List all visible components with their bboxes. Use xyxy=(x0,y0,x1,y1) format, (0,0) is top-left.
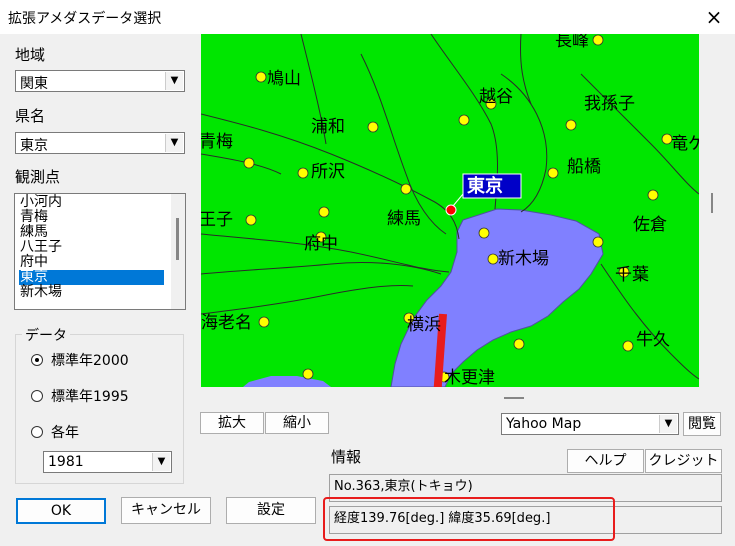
selected-station-dot[interactable] xyxy=(445,204,457,216)
map-place-label: 練馬 xyxy=(387,209,421,229)
map-place-label: 竜ケ xyxy=(671,134,699,154)
red-highlight-box xyxy=(323,497,615,541)
region-value: 関東 xyxy=(20,76,48,92)
view-button[interactable]: 閲覧 xyxy=(683,412,721,436)
map-source-value: Yahoo Map xyxy=(506,416,582,432)
region-label: 地域 xyxy=(15,46,46,64)
chevron-down-icon[interactable]: ▼ xyxy=(165,72,183,90)
help-button[interactable]: ヘルプ xyxy=(567,449,644,473)
map-place-label: 青梅 xyxy=(201,132,233,152)
cancel-button[interactable]: キャンセル xyxy=(121,497,211,524)
chevron-down-icon[interactable]: ▼ xyxy=(152,453,170,471)
map-place-label: 王子 xyxy=(201,210,233,230)
list-scrollbar[interactable] xyxy=(171,194,185,309)
radio-standard-1995[interactable] xyxy=(31,390,43,402)
station-list[interactable]: 小河内 青梅 練馬 八王子 府中 東京 新木場 xyxy=(14,193,186,310)
data-group-label: データ xyxy=(22,325,70,345)
radio-standard-2000[interactable] xyxy=(31,354,43,366)
year-select[interactable]: 1981 ▼ xyxy=(43,451,172,473)
radio-label: 標準年2000 xyxy=(51,353,129,369)
ok-button[interactable]: OK xyxy=(16,498,106,524)
chevron-down-icon[interactable]: ▼ xyxy=(165,134,183,152)
map-place-label: 佐倉 xyxy=(633,215,667,235)
zoom-in-button[interactable]: 拡大 xyxy=(200,412,264,434)
map-place-label: 府中 xyxy=(304,234,338,254)
scrollbar-thumb[interactable] xyxy=(504,397,524,399)
list-item[interactable]: 府中 xyxy=(19,255,164,270)
zoom-out-button[interactable]: 縮小 xyxy=(265,412,329,434)
map-place-label: 木更津 xyxy=(444,368,495,387)
list-item[interactable]: 練馬 xyxy=(19,225,164,240)
map-view[interactable]: 長峰 鳩山 越谷 我孫子 浦和 青梅 竜ケ 所沢 船橋 東京 王子 練馬 佐倉 … xyxy=(201,34,699,387)
map-place-label: 越谷 xyxy=(479,87,513,107)
map-graphic: 長峰 鳩山 越谷 我孫子 浦和 青梅 竜ケ 所沢 船橋 東京 王子 練馬 佐倉 … xyxy=(201,34,699,387)
radio-label: 各年 xyxy=(51,425,79,441)
map-place-label: 所沢 xyxy=(311,162,345,182)
map-place-label: 東京 xyxy=(467,175,503,197)
list-item[interactable]: 新木場 xyxy=(19,285,164,300)
map-place-label: 浦和 xyxy=(311,117,345,137)
map-horizontal-scrollbar[interactable] xyxy=(201,387,699,407)
prefecture-select[interactable]: 東京 ▼ xyxy=(15,132,185,154)
radio-each-year[interactable] xyxy=(31,426,43,438)
chevron-down-icon[interactable]: ▼ xyxy=(659,415,677,433)
map-place-label: 鳩山 xyxy=(267,69,301,89)
map-place-label: 千葉 xyxy=(615,265,649,285)
window-title: 拡張アメダスデータ選択 xyxy=(8,11,162,27)
credit-button[interactable]: クレジット xyxy=(645,449,722,473)
station-label: 観測点 xyxy=(15,168,61,186)
list-item[interactable]: 青梅 xyxy=(19,210,164,225)
radio-label: 標準年1995 xyxy=(51,389,129,405)
info-label: 情報 xyxy=(331,448,362,466)
list-item[interactable]: 小河内 xyxy=(19,195,164,210)
close-icon[interactable]: × xyxy=(700,3,728,31)
settings-button[interactable]: 設定 xyxy=(226,497,316,524)
prefecture-label: 県名 xyxy=(15,107,46,125)
year-value: 1981 xyxy=(48,454,84,470)
map-place-label: 海老名 xyxy=(201,313,252,333)
bay-water xyxy=(243,376,331,387)
scrollbar-thumb[interactable] xyxy=(711,193,713,213)
map-place-label: 船橋 xyxy=(567,157,601,177)
map-source-select[interactable]: Yahoo Map ▼ xyxy=(501,413,679,435)
map-place-label: 横浜 xyxy=(407,315,441,335)
scrollbar-thumb[interactable] xyxy=(176,218,179,260)
map-place-label: 牛久 xyxy=(636,330,670,350)
region-select[interactable]: 関東 ▼ xyxy=(15,70,185,92)
list-item[interactable]: 八王子 xyxy=(19,240,164,255)
bay-water xyxy=(390,208,604,387)
map-place-label: 長峰 xyxy=(555,34,589,51)
prefecture-value: 東京 xyxy=(20,138,48,154)
map-place-label: 新木場 xyxy=(498,249,549,269)
list-item-selected[interactable]: 東京 xyxy=(19,270,164,285)
map-place-label: 我孫子 xyxy=(584,94,635,114)
